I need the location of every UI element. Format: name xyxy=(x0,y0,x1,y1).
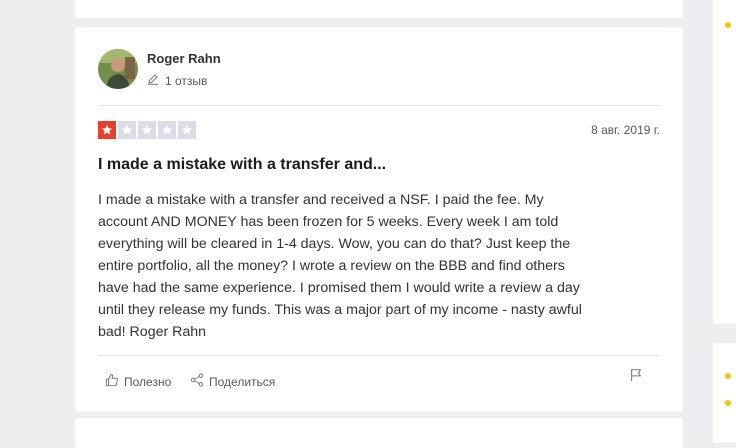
share-button[interactable]: Поделиться xyxy=(190,373,275,390)
review-date: 8 авг. 2019 г. xyxy=(591,123,660,137)
star-icon xyxy=(138,121,156,139)
sidebar-marker xyxy=(725,400,731,406)
share-icon xyxy=(190,373,204,390)
review-title[interactable]: I made a mistake with a transfer and... xyxy=(98,156,386,174)
divider xyxy=(98,105,660,106)
star-icon xyxy=(178,121,196,139)
report-button[interactable] xyxy=(629,368,643,387)
share-label: Поделиться xyxy=(209,374,276,389)
star-icon xyxy=(98,121,116,139)
divider xyxy=(98,355,660,356)
sidebar-marker xyxy=(725,22,731,28)
review-body: I made a mistake with a transfer and rec… xyxy=(98,192,582,340)
next-review-card xyxy=(75,418,683,448)
pencil-icon xyxy=(147,73,159,88)
reviews-count: 1 отзыв xyxy=(147,73,207,88)
star-icon xyxy=(158,121,176,139)
star-rating xyxy=(98,121,196,139)
sidebar-marker xyxy=(725,373,731,379)
sidebar-panel-lower xyxy=(713,343,736,443)
review-card: Roger Rahn 1 отзыв 8 авг. 2019 г. I made… xyxy=(75,27,683,412)
reviewer-name[interactable]: Roger Rahn xyxy=(147,51,221,66)
previous-review-card xyxy=(75,0,683,18)
flag-icon xyxy=(629,369,643,386)
thumbs-up-icon xyxy=(105,373,119,390)
sidebar-panel xyxy=(713,0,736,324)
avatar[interactable] xyxy=(98,49,138,89)
star-icon xyxy=(118,121,136,139)
reviews-count-label: 1 отзыв xyxy=(165,73,208,88)
useful-button[interactable]: Полезно xyxy=(105,373,171,390)
useful-label: Полезно xyxy=(124,374,172,389)
